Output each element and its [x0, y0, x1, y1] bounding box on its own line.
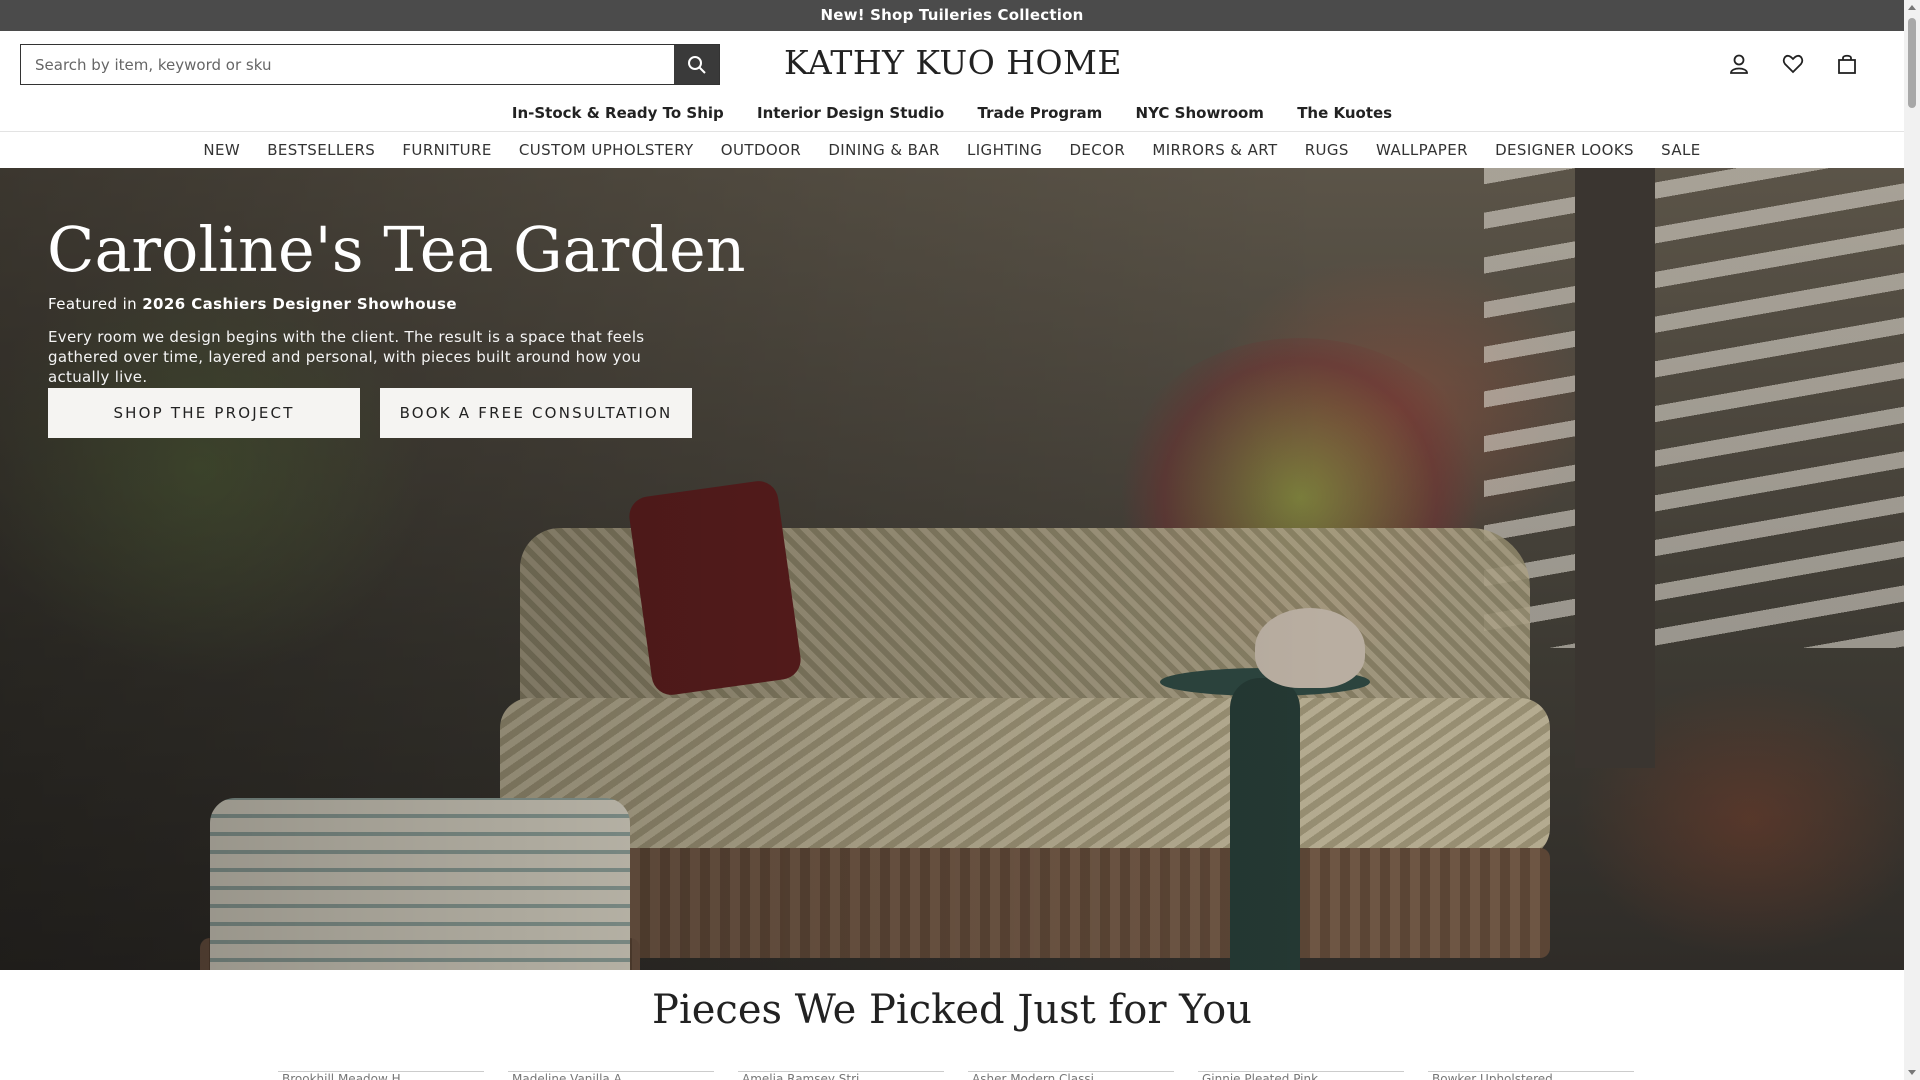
nav-dining-bar[interactable]: DINING & BAR: [828, 132, 939, 168]
product-card[interactable]: Madeline Vanilla A: [508, 1071, 714, 1080]
scroll-up-icon[interactable]: [1908, 5, 1916, 10]
nav-sale[interactable]: SALE: [1661, 132, 1701, 168]
site-header: KATHY KUO HOME In-Stock & Ready To Ship …: [0, 31, 1904, 127]
page-scrollbar[interactable]: [1904, 0, 1920, 1080]
site-logo[interactable]: KATHY KUO HOME: [760, 43, 1146, 82]
product-card[interactable]: Brookhill Meadow H: [278, 1071, 484, 1080]
secondary-nav: In-Stock & Ready To Ship Interior Design…: [0, 104, 1904, 122]
subnav-in-stock[interactable]: In-Stock & Ready To Ship: [512, 104, 724, 122]
nav-custom-upholstery[interactable]: CUSTOM UPHOLSTERY: [519, 132, 694, 168]
search-bar: [20, 44, 720, 85]
heart-icon: [1782, 54, 1804, 74]
hero-banner[interactable]: Caroline's Tea Garden Featured in 2026 C…: [0, 168, 1904, 970]
nav-designer-looks[interactable]: DESIGNER LOOKS: [1495, 132, 1634, 168]
scroll-down-icon[interactable]: [1908, 1070, 1916, 1075]
scrollbar-thumb[interactable]: [1908, 18, 1916, 108]
account-button[interactable]: [1712, 49, 1766, 79]
search-button[interactable]: [674, 45, 719, 84]
header-icons: [1712, 49, 1874, 79]
search-icon: [687, 55, 706, 74]
subnav-the-kuotes[interactable]: The Kuotes: [1297, 104, 1392, 122]
user-icon: [1730, 54, 1748, 74]
wishlist-button[interactable]: [1766, 49, 1820, 79]
nav-bestsellers[interactable]: BESTSELLERS: [267, 132, 375, 168]
cart-button[interactable]: [1820, 49, 1874, 79]
nav-decor[interactable]: DECOR: [1069, 132, 1125, 168]
product-card[interactable]: Ginnie Pleated Pink: [1198, 1071, 1404, 1080]
picks-heading: Pieces We Picked Just for You: [652, 987, 1252, 1033]
hero-featured: Featured in 2026 Cashiers Designer Showh…: [48, 295, 457, 313]
main-nav: NEW BESTSELLERS FURNITURE CUSTOM UPHOLST…: [0, 131, 1904, 168]
nav-wallpaper[interactable]: WALLPAPER: [1376, 132, 1468, 168]
product-card[interactable]: Amelia Ramsey Stri: [738, 1071, 944, 1080]
hero-featured-name: 2026 Cashiers Designer Showhouse: [142, 295, 457, 313]
nav-mirrors-art[interactable]: MIRRORS & ART: [1152, 132, 1277, 168]
nav-lighting[interactable]: LIGHTING: [967, 132, 1042, 168]
subnav-interior-design-studio[interactable]: Interior Design Studio: [757, 104, 944, 122]
subnav-nyc-showroom[interactable]: NYC Showroom: [1136, 104, 1264, 122]
search-input[interactable]: [21, 45, 674, 84]
book-consultation-button[interactable]: BOOK A FREE CONSULTATION: [380, 388, 692, 438]
nav-outdoor[interactable]: OUTDOOR: [721, 132, 801, 168]
subnav-trade-program[interactable]: Trade Program: [977, 104, 1102, 122]
nav-new[interactable]: NEW: [203, 132, 240, 168]
nav-furniture[interactable]: FURNITURE: [402, 132, 491, 168]
hero-title: Caroline's Tea Garden: [47, 213, 746, 286]
product-card[interactable]: Bowker Upholstered: [1428, 1071, 1634, 1080]
nav-rugs[interactable]: RUGS: [1305, 132, 1349, 168]
picks-cards: Brookhill Meadow H Madeline Vanilla A Am…: [278, 1071, 1634, 1080]
bag-icon: [1838, 54, 1856, 74]
hero-description: Every room we design begins with the cli…: [48, 328, 645, 386]
announcement-bar[interactable]: New! Shop Tuileries Collection: [0, 0, 1904, 31]
hero-overlay: [0, 168, 1904, 970]
product-card[interactable]: Asher Modern Classi: [968, 1071, 1174, 1080]
shop-the-project-button[interactable]: SHOP THE PROJECT: [48, 388, 360, 438]
hero-featured-prefix: Featured in: [48, 295, 138, 313]
